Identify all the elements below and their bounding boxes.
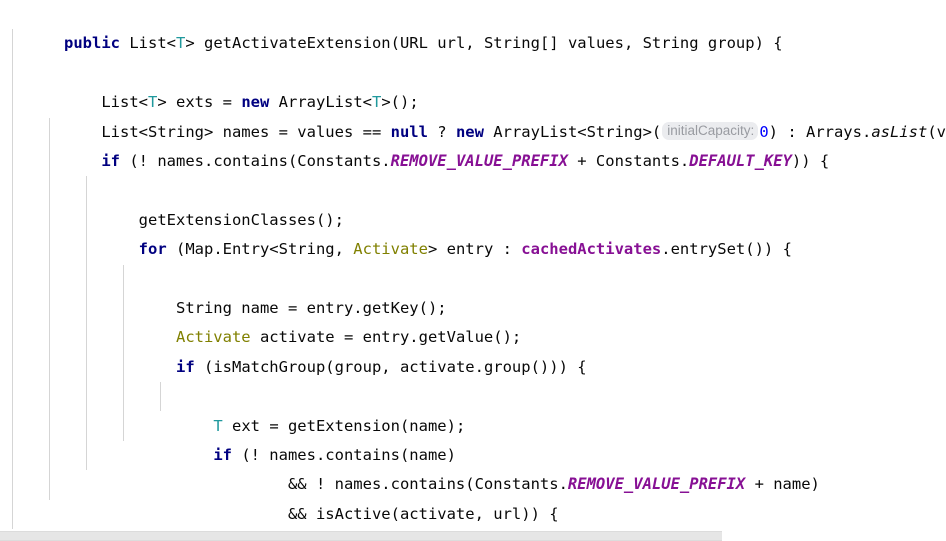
code-line-text: public List<T> getActivateExtension(URL … [64,34,783,53]
indent-guide [12,58,13,89]
indent-guide [49,205,50,236]
code-line-text: for (Map.Entry<String, Activate> entry :… [138,240,792,259]
indent-guide [12,352,13,383]
indent-guide [12,470,13,500]
indent-guide [12,264,13,294]
indent-guide [86,264,87,294]
indent-guide [12,440,13,471]
code-line-text: if (! names.contains(name) [213,445,456,464]
horizontal-scrollbar[interactable] [0,531,946,541]
code-line-text: && isActive(activate, url)) { [64,504,559,523]
indent-guide [12,411,13,441]
indent-guide [12,117,13,147]
indent-guide [12,205,13,236]
indent-guide [12,323,13,353]
code-line[interactable]: T ext = getExtension(name); [0,264,946,435]
indent-guide [49,440,50,471]
indent-guide [49,176,50,206]
indent-guide [49,117,50,147]
code-line-text: T ext = getExtension(name); [213,416,466,435]
code-line-text: && ! names.contains(Constants.REMOVE_VAL… [64,475,820,494]
scrollbar-thumb[interactable] [0,531,722,541]
code-line-text: List<T> exts = new ArrayList<T>(); [64,93,419,112]
code-surface[interactable]: public List<T> getActivateExtension(URL … [0,0,946,531]
indent-guide [12,382,13,412]
indent-guide [123,264,124,294]
code-line-text: Activate activate = entry.getValue(); [175,328,522,347]
code-line-text: getExtensionClasses(); [64,210,344,229]
code-editor[interactable]: public List<T> getActivateExtension(URL … [0,0,946,541]
indent-guide [12,235,13,265]
indent-guide [12,499,13,530]
indent-guide [49,293,50,324]
code-line-text: String name = entry.getKey(); [64,298,447,317]
indent-guide [12,146,13,177]
parameter-hint-initial-capacity: initialCapacity: [662,121,759,140]
code-line[interactable]: public List<T> getActivateExtension(URL … [0,0,946,52]
code-line-text: if (isMatchGroup(group, activate.group()… [175,357,587,376]
indent-guide [12,176,13,206]
indent-guide [123,382,124,412]
indent-guide [49,235,50,265]
indent-guide [49,411,50,441]
indent-guide [12,293,13,324]
indent-guide [12,88,13,118]
code-line-text: if (! names.contains(Constants.REMOVE_VA… [101,151,830,170]
code-line[interactable]: exts.add(ext); [0,382,946,412]
indent-guide [49,264,50,294]
indent-guide [12,29,13,59]
indent-guide [86,382,87,412]
code-line-text: List<String> names = values == null ? ne… [64,121,946,141]
code-line[interactable]: String name = entry.getKey(); [0,176,946,317]
indent-guide [160,382,161,412]
indent-guide [49,146,50,177]
indent-guide [49,352,50,383]
indent-guide [49,323,50,353]
indent-guide [49,382,50,412]
indent-guide [86,176,87,206]
indent-guide [49,470,50,500]
code-line[interactable]: List<String> names = values == null ? ne… [0,58,946,141]
